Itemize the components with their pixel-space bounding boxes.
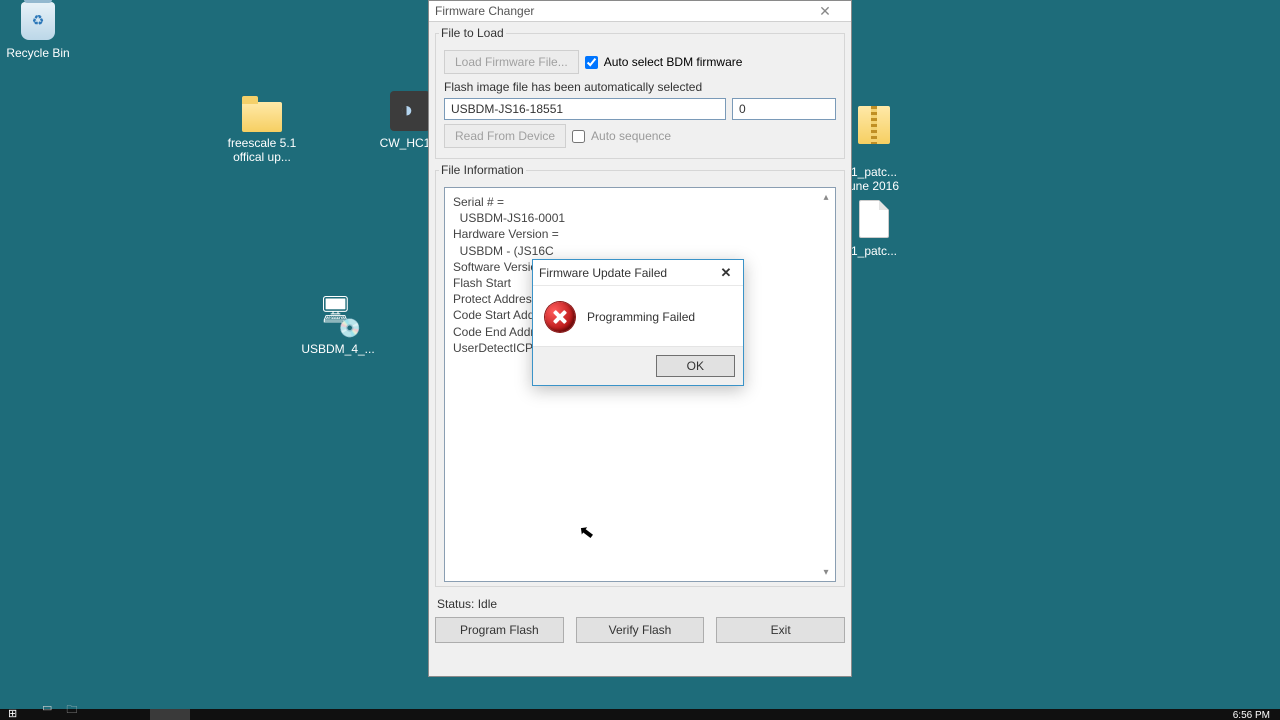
verify-flash-button[interactable]: Verify Flash <box>576 617 705 643</box>
close-icon[interactable]: ✕ <box>715 265 737 281</box>
checkbox-icon[interactable] <box>585 56 598 69</box>
start-icon[interactable]: ⊞ <box>8 707 17 720</box>
folder-icon <box>241 90 283 132</box>
read-from-device-button[interactable]: Read From Device <box>444 124 566 148</box>
group-label: File to Load <box>439 26 506 40</box>
auto-sequence-checkbox[interactable]: Auto sequence <box>572 129 671 143</box>
dialog-message: Programming Failed <box>587 310 695 324</box>
firmware-update-failed-dialog: Firmware Update Failed ✕ Programming Fai… <box>532 259 744 386</box>
group-label: File Information <box>439 163 526 177</box>
checkbox-icon[interactable] <box>572 130 585 143</box>
file-to-load-group: File to Load Load Firmware File... Auto … <box>435 26 845 159</box>
desktop-icon-label: freescale 5.1 offical up... <box>224 136 300 165</box>
ok-button[interactable]: OK <box>656 355 735 377</box>
desktop-icon-recycle-bin[interactable]: Recycle Bin <box>0 0 76 60</box>
installer-icon <box>317 296 359 338</box>
taskbar[interactable]: ⊞ ▭🗀 6:56 PM <box>0 709 1280 720</box>
checkbox-label: Auto select BDM firmware <box>604 55 743 69</box>
desktop-icon-freescale[interactable]: freescale 5.1 offical up... <box>224 90 300 165</box>
app-icon <box>389 90 431 132</box>
desktop-icon-label: USBDM_4_... <box>300 342 376 356</box>
taskbar-active-app[interactable] <box>150 709 190 720</box>
zip-icon <box>853 104 895 146</box>
scroll-up-icon[interactable]: ▴ <box>818 189 834 205</box>
recycle-bin-icon <box>17 0 59 42</box>
taskbar-clock[interactable]: 6:56 PM <box>1233 710 1270 720</box>
load-firmware-button[interactable]: Load Firmware File... <box>444 50 579 74</box>
file-icon <box>853 198 895 240</box>
dialog-title: Firmware Update Failed <box>539 266 715 280</box>
checkbox-label: Auto sequence <box>591 129 671 143</box>
device-number-field[interactable] <box>732 98 836 120</box>
dialog-titlebar[interactable]: Firmware Update Failed ✕ <box>533 260 743 286</box>
device-name-field[interactable] <box>444 98 726 120</box>
auto-select-bdm-checkbox[interactable]: Auto select BDM firmware <box>585 55 743 69</box>
desktop-icon-label: Recycle Bin <box>0 46 76 60</box>
close-icon[interactable]: ✕ <box>805 3 845 20</box>
program-flash-button[interactable]: Program Flash <box>435 617 564 643</box>
exit-button[interactable]: Exit <box>716 617 845 643</box>
window-title: Firmware Changer <box>435 4 805 18</box>
desktop-icon-usbdm[interactable]: USBDM_4_... <box>300 296 376 356</box>
titlebar[interactable]: Firmware Changer ✕ <box>429 1 851 22</box>
scroll-down-icon[interactable]: ▾ <box>818 564 834 580</box>
error-icon <box>545 302 575 332</box>
auto-selected-message: Flash image file has been automatically … <box>444 80 836 94</box>
status-text: Status: Idle <box>437 597 843 611</box>
taskbar-pinned-apps[interactable]: ▭🗀 <box>42 701 77 720</box>
